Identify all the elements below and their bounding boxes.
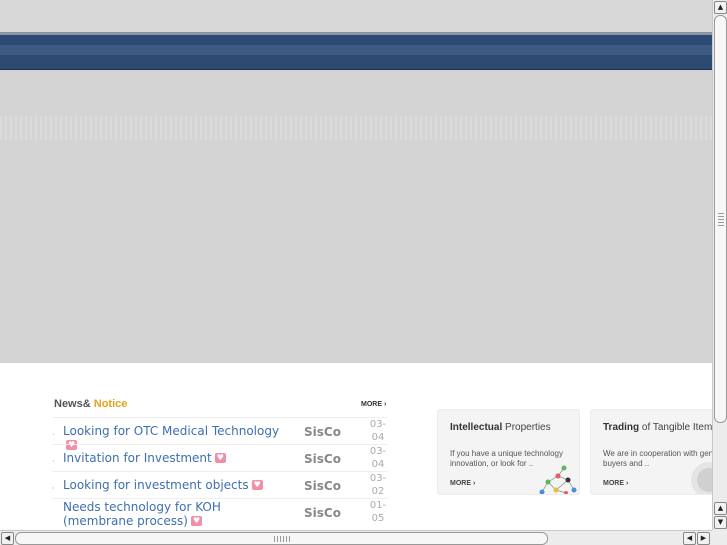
arrow-up-icon: ▲ <box>717 504 724 512</box>
arrow-left-icon: ◀ <box>686 534 693 542</box>
scroll-right-button[interactable]: ▶ <box>697 532 710 545</box>
bullet-icon: · <box>52 457 55 466</box>
globe-icon <box>691 462 712 494</box>
bullet-icon: · <box>52 484 55 493</box>
new-heart-icon <box>190 514 202 528</box>
arrow-down-icon: ▼ <box>717 518 724 526</box>
news-row: · Looking for investment objects SisCo 0… <box>52 471 387 498</box>
news-item-title[interactable]: Invitation for Investment <box>63 451 291 465</box>
grip-icon <box>718 212 724 226</box>
content-area: News& Notice MORE › · Looking for OTC Me… <box>0 363 712 530</box>
vertical-scroll-thumb[interactable] <box>714 15 727 423</box>
hero-banner <box>0 70 712 363</box>
card-more-link[interactable]: MORE › <box>450 480 475 487</box>
arrow-right-icon: ▶ <box>700 534 707 542</box>
news-heading-accent: Notice <box>90 398 128 410</box>
top-band <box>0 0 712 32</box>
news-row: · Invitation for Investment SisCo 03-04 <box>52 444 387 471</box>
news-item-date: 03- 04 <box>369 446 387 470</box>
scroll-up-button[interactable]: ▲ <box>714 1 727 14</box>
news-item-author: SisCo <box>304 506 341 520</box>
news-row: · Looking for OTC Medical Technology Sis… <box>52 417 387 452</box>
bullet-icon: · <box>52 430 55 439</box>
news-item-title[interactable]: Looking for investment objects <box>63 478 291 492</box>
hero-dot-pattern <box>0 116 712 140</box>
news-list: · Looking for OTC Medical Technology Sis… <box>52 417 387 528</box>
arrow-left-icon: ◀ <box>4 534 11 542</box>
news-item-author: SisCo <box>304 452 341 466</box>
news-item-date: 01- 05 <box>369 500 387 524</box>
grip-icon <box>274 536 290 542</box>
horizontal-scroll-thumb[interactable] <box>15 532 548 545</box>
page-viewport: News& Notice MORE › · Looking for OTC Me… <box>0 0 712 530</box>
arrow-up-icon: ▲ <box>717 3 724 11</box>
news-heading-main: News& <box>54 398 91 410</box>
card-more-link[interactable]: MORE › <box>603 480 628 487</box>
new-heart-icon <box>214 451 226 465</box>
nav-stripe <box>0 45 712 55</box>
horizontal-scrollbar[interactable]: ◀ ◀ ▶ <box>0 530 712 545</box>
tangible-item-card[interactable]: Trading of Tangible Item We are in coope… <box>590 409 712 495</box>
molecule-icon <box>539 465 577 494</box>
scrollbar-corner <box>712 530 727 545</box>
news-row: Needs technology for KOH (membrane proce… <box>52 498 387 528</box>
scroll-up-button-lower[interactable]: ▲ <box>714 502 727 515</box>
news-item-author: SisCo <box>304 425 341 439</box>
intellectual-properties-card[interactable]: Intellectual Properties If you have a un… <box>437 409 580 495</box>
news-more-link[interactable]: MORE › <box>361 401 386 408</box>
vertical-scrollbar[interactable]: ▲ ▲ ▼ <box>712 0 727 530</box>
scroll-left-button[interactable]: ◀ <box>1 532 14 545</box>
card-title: Intellectual Properties <box>450 422 551 433</box>
scroll-left-button-right[interactable]: ◀ <box>683 532 696 545</box>
new-heart-icon <box>251 478 263 492</box>
news-item-date: 03- 02 <box>369 473 387 497</box>
news-item-date: 03- 04 <box>369 419 387 443</box>
news-item-title[interactable]: Needs technology for KOH (membrane proce… <box>63 500 291 528</box>
news-item-author: SisCo <box>304 479 341 493</box>
card-title: Trading of Tangible Item <box>603 422 712 433</box>
news-heading: News& Notice <box>54 398 127 410</box>
navigation-bar <box>0 32 712 70</box>
scroll-down-button[interactable]: ▼ <box>714 516 727 529</box>
